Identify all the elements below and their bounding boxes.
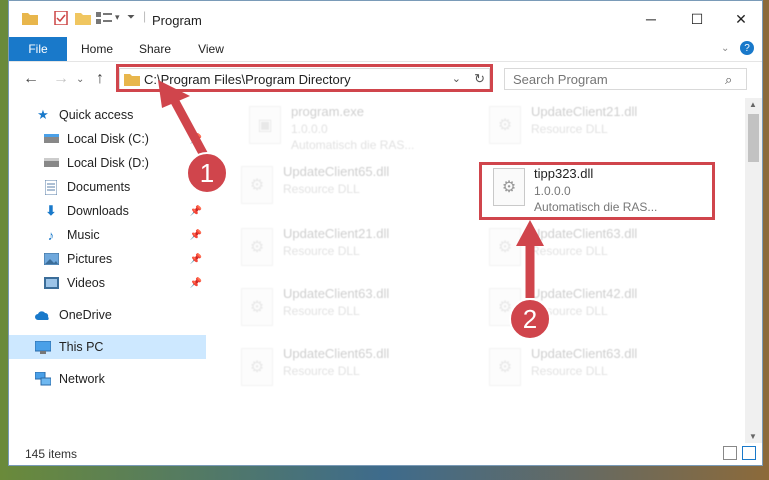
arrow-2 xyxy=(516,220,544,298)
step-1-badge: 1 xyxy=(186,152,228,194)
annotation-arrows xyxy=(158,80,544,298)
step-2-badge: 2 xyxy=(509,298,551,340)
